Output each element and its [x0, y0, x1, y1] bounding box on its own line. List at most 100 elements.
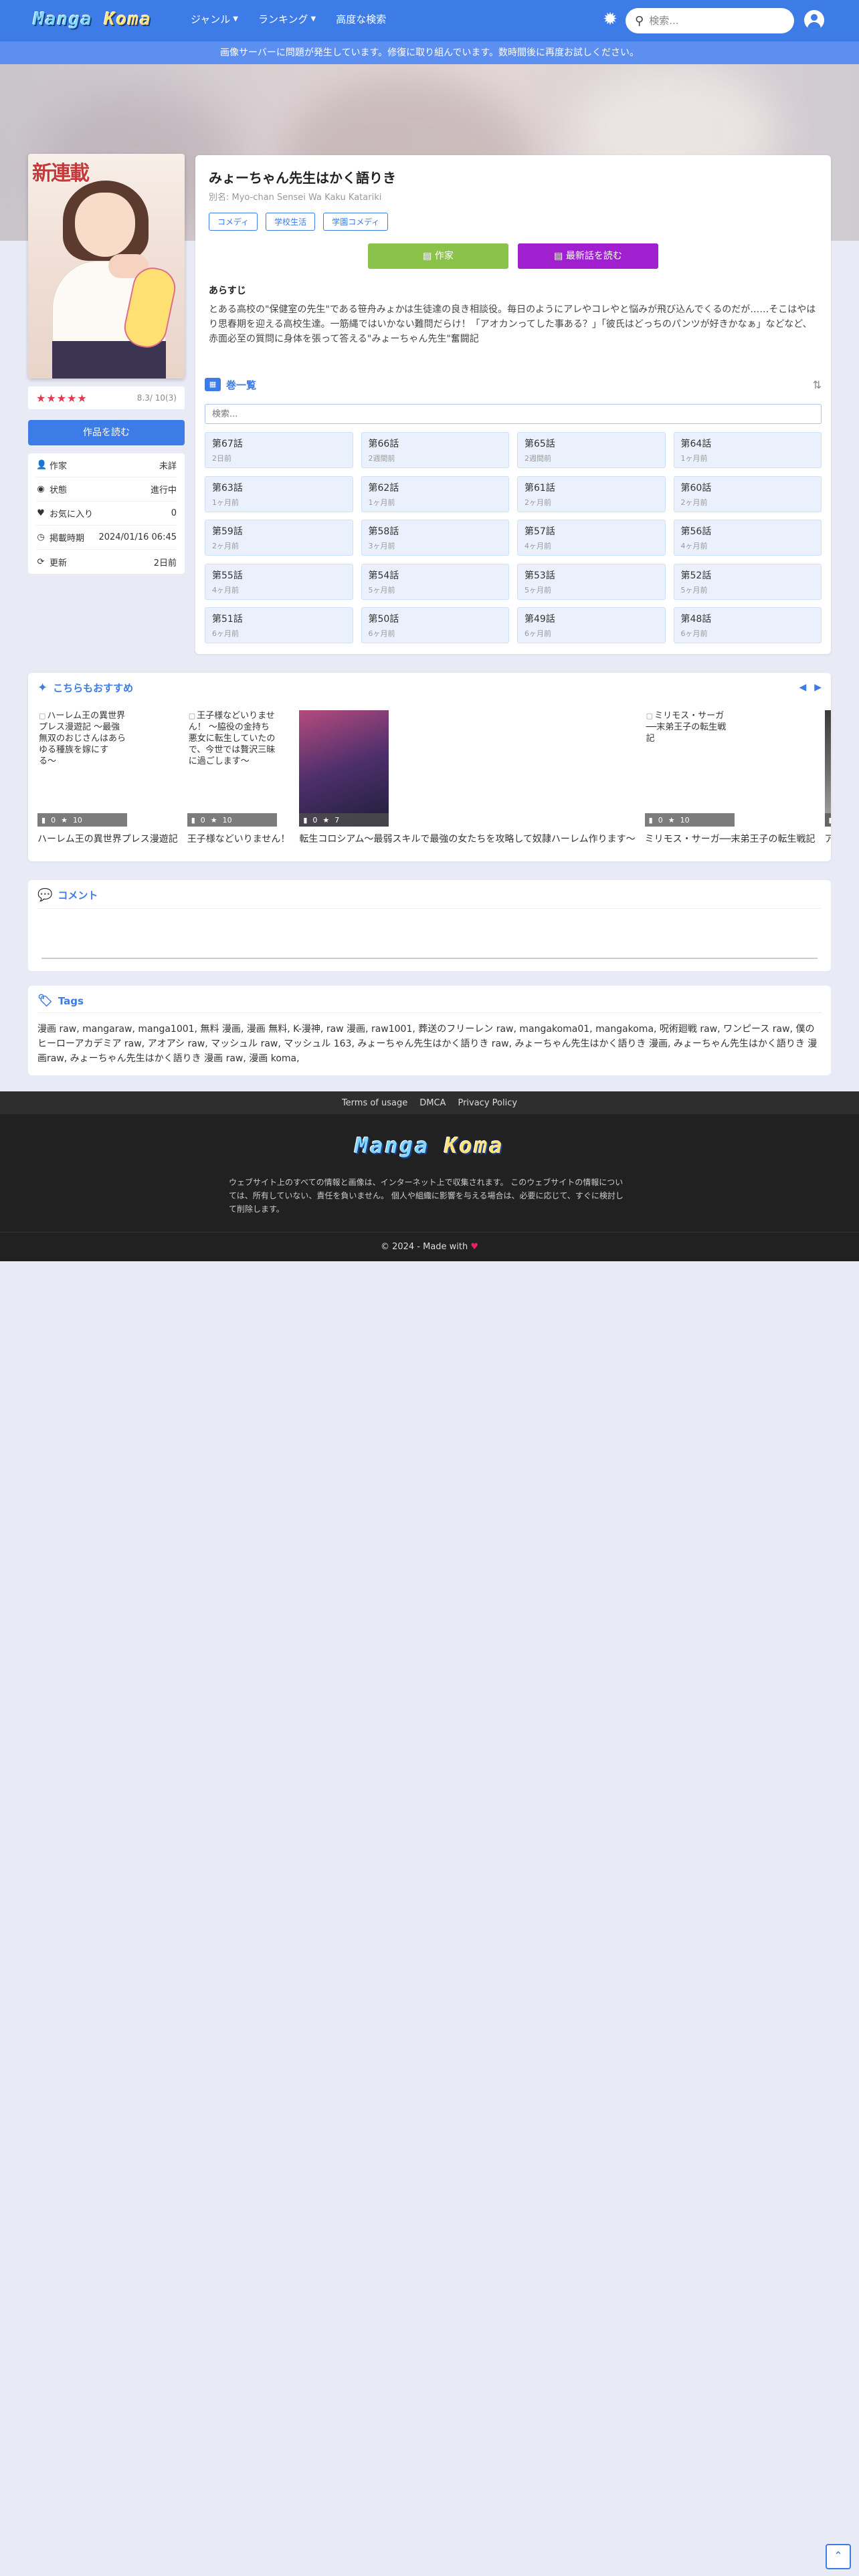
- recommend-name[interactable]: 王子様などいりません！: [187, 832, 290, 845]
- footer: Manga Koma ウェブサイト上のすべての情報と画像は、インターネット上で収…: [0, 1114, 859, 1232]
- rating-count: 10: [72, 815, 82, 825]
- chapter-date: 4ヶ月前: [680, 542, 708, 551]
- chapter-item[interactable]: 第63話 1ヶ月前: [205, 475, 353, 512]
- search-icon[interactable]: ⚲: [635, 14, 644, 28]
- chapter-name: 第62話: [368, 482, 399, 494]
- genre-tag[interactable]: 学校生活: [266, 213, 316, 231]
- cover-image: 新連載: [28, 154, 185, 379]
- chapter-list: 第67話 2日前 第66話 2週間前 第65話 2週間前 第64話 1ヶ月前 第63話 1ヶ月前第…: [205, 432, 822, 645]
- chapter-item[interactable]: 第64話 1ヶ月前: [673, 432, 822, 468]
- recommend-cover[interactable]: ミリモス・サーガ──末弟王子の転生戦記 ▮ 0 ★ 10: [644, 710, 735, 827]
- chapter-date: 2ヶ月前: [212, 542, 239, 551]
- next-icon[interactable]: ▶: [814, 682, 822, 693]
- latest-chapter-button[interactable]: ▤ 最新話を読む: [518, 243, 658, 269]
- tags-text: 漫画 raw, mangaraw, manga1001, 無料 漫画, 漫画 無…: [37, 1024, 818, 1064]
- recommend-item[interactable]: 王子様などいりません！ 〜脇役の金持ち悪女に転生していたので、今世では贅沢三昧に…: [187, 710, 290, 851]
- footer-link-terms[interactable]: Terms of usage: [342, 1098, 407, 1108]
- sort-icon[interactable]: ⇅: [813, 379, 822, 391]
- footer-link-dmca[interactable]: DMCA: [419, 1098, 446, 1108]
- rss-icon: ◉: [37, 484, 45, 494]
- chapter-item[interactable]: 第66話 2週間前: [361, 432, 509, 468]
- chapter-item[interactable]: 第55話 4ヶ月前: [205, 563, 353, 600]
- info-row-status: ◉ 状態 進行中: [36, 477, 177, 502]
- chapter-date: 6ヶ月前: [368, 629, 395, 639]
- recommend-image-alt: ハーレム王の異世界プレス漫遊記 〜最強無双のおじさんはあらゆる種族を嫁にする〜: [37, 710, 127, 767]
- footer-link-privacy[interactable]: Privacy Policy: [458, 1098, 517, 1108]
- chapter-name: 第55話: [212, 570, 243, 581]
- nav-advanced-search[interactable]: 高度な検索: [336, 12, 386, 26]
- chapter-item[interactable]: 第60話 2ヶ月前: [673, 475, 822, 512]
- chapter-item[interactable]: 第65話 2週間前: [517, 432, 666, 468]
- chapter-name: 第49話: [524, 614, 555, 625]
- chapter-item[interactable]: 第58話 3ヶ月前: [361, 520, 509, 556]
- chapter-item[interactable]: 第50話 6ヶ月前: [361, 607, 509, 644]
- genre-tag[interactable]: 学園コメディ: [323, 213, 389, 231]
- recommend-name[interactable]: アキナちゃん神がかる！: [825, 832, 831, 845]
- chapter-item[interactable]: 第62話 1ヶ月前: [361, 475, 509, 512]
- site-logo[interactable]: Manga Koma: [33, 9, 152, 29]
- chapter-item[interactable]: 第52話 5ヶ月前: [673, 563, 822, 600]
- user-icon[interactable]: [804, 10, 824, 30]
- comment-header: 💬 コメント: [37, 888, 98, 902]
- list-icon: ▦: [205, 378, 221, 391]
- comment-box[interactable]: [41, 958, 818, 959]
- chapter-item[interactable]: 第48話 6ヶ月前: [673, 607, 822, 644]
- nav-genre[interactable]: ジャンル ▼: [191, 12, 238, 26]
- chapter-item[interactable]: 第54話 5ヶ月前: [361, 563, 509, 600]
- refresh-icon: ⟳: [37, 556, 45, 567]
- recommend-item[interactable]: ▮0★7 アキナちゃん神がかる！: [824, 710, 831, 851]
- chapter-item[interactable]: 第49話 6ヶ月前: [517, 607, 666, 644]
- recommend-cover[interactable]: ▮0★7: [824, 710, 831, 827]
- chapter-name: 第65話: [524, 439, 555, 449]
- footer-logo-koma: Koma: [444, 1133, 504, 1158]
- star-icon: ★: [210, 815, 217, 825]
- prev-icon[interactable]: ◀: [799, 682, 806, 693]
- chapter-item[interactable]: 第53話 5ヶ月前: [517, 563, 666, 600]
- caret-down-icon: ▼: [310, 15, 316, 23]
- tags-header: 🏷 Tags: [37, 994, 84, 1008]
- caret-down-icon: ▼: [233, 15, 238, 23]
- chapter-name: 第60話: [680, 482, 712, 494]
- recommend-cover[interactable]: ▮0★7: [299, 710, 389, 827]
- latest-chapter-label: 最新話を読む: [565, 251, 622, 261]
- recommend-title: こちらもおすすめ: [53, 682, 134, 694]
- recommend-cover[interactable]: ハーレム王の異世界プレス漫遊記 〜最強無双のおじさんはあらゆる種族を嫁にする〜 ▮…: [37, 710, 127, 827]
- bookmark-icon: ▮: [828, 815, 831, 825]
- chapter-name: 第66話: [368, 439, 399, 449]
- info-label: 更新: [50, 558, 68, 568]
- chapter-date: 5ヶ月前: [524, 585, 551, 595]
- rating-stars[interactable]: ★★★★★: [36, 392, 88, 405]
- chapter-item[interactable]: 第51話 6ヶ月前: [205, 607, 353, 644]
- recommend-name[interactable]: 転生コロシアム〜最弱スキルで最強の女たちを攻略して奴隷ハーレム作ります〜: [299, 832, 635, 845]
- chapter-item[interactable]: 第59話 2ヶ月前: [205, 520, 353, 556]
- recommend-section: ✦ こちらもおすすめ ◀ ▶ ハーレム王の異世界プレス漫遊記 〜最強無双のおじさ…: [28, 673, 831, 861]
- chapter-item[interactable]: 第67話 2日前: [205, 432, 353, 468]
- chapter-item[interactable]: 第57話 4ヶ月前: [517, 520, 666, 556]
- recommend-name[interactable]: ハーレム王の異世界プレス漫遊記: [37, 832, 178, 845]
- chapter-item[interactable]: 第61話 2ヶ月前: [517, 475, 666, 512]
- read-work-button[interactable]: 作品を読む: [28, 420, 185, 445]
- footer-logo[interactable]: Manga Koma: [0, 1133, 859, 1158]
- author-button[interactable]: ▤ 作家: [368, 243, 508, 269]
- chapter-item[interactable]: 第56話 4ヶ月前: [673, 520, 822, 556]
- scroll-to-top-icon[interactable]: ⌃: [826, 2544, 851, 2569]
- bookmark-count: 0: [312, 815, 318, 825]
- recommend-nav: ◀ ▶: [799, 682, 822, 693]
- recommend-item[interactable]: ハーレム王の異世界プレス漫遊記 〜最強無双のおじさんはあらゆる種族を嫁にする〜 ▮…: [37, 710, 178, 851]
- chapter-list-title: 巻一覧: [226, 379, 257, 391]
- nav-ranking[interactable]: ランキング ▼: [258, 12, 316, 26]
- synopsis-text: とある高校の"保健室の先生"である笹舟みょかは生徒達の良き相談役。毎日のようにア…: [209, 304, 816, 344]
- search-input[interactable]: [649, 15, 777, 27]
- recommend-image-alt: ミリモス・サーガ──末弟王子の転生戦記: [645, 710, 735, 744]
- recommend-cover[interactable]: 王子様などいりません！ 〜脇役の金持ち悪女に転生していたので、今世では贅沢三昧に…: [187, 710, 277, 827]
- search-box[interactable]: ⚲: [626, 8, 794, 33]
- chapter-date: 1ヶ月前: [680, 454, 708, 463]
- chapter-search-input[interactable]: [205, 404, 822, 424]
- recommend-item[interactable]: ▮ 0 ★ 7 転生コロシアム〜最弱スキルで最強の女たちを攻略して奴隷ハーレム作ります〜: [299, 710, 636, 851]
- theme-toggle-icon[interactable]: ✹: [600, 9, 620, 29]
- info-value: 2日前: [153, 558, 177, 568]
- recommend-name[interactable]: ミリモス・サーガ──末弟王子の転生戦記: [645, 832, 816, 845]
- genre-tag[interactable]: コメディ: [209, 213, 258, 231]
- author-button-label: 作家: [434, 251, 454, 261]
- recommend-item[interactable]: ミリモス・サーガ──末弟王子の転生戦記▮0★10ミリモス・サーガ──末弟王子の転…: [644, 710, 816, 851]
